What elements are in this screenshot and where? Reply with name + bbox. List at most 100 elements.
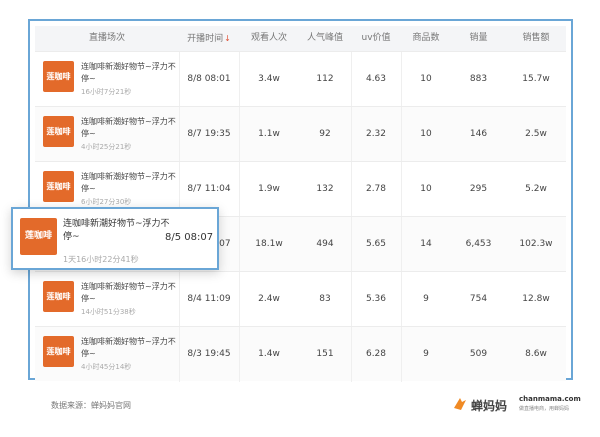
live-title[interactable]: 连咖啡新潮好物节~浮力不停~ xyxy=(81,281,181,305)
viewers-cell: 3.4w xyxy=(258,74,280,84)
uv-cell: 5.65 xyxy=(365,239,387,249)
revenue-cell: 2.5w xyxy=(525,129,547,139)
products-cell: 10 xyxy=(420,74,432,84)
peak-cell: 132 xyxy=(316,184,334,194)
column-divider xyxy=(401,52,402,107)
highlighted-live-card[interactable]: 莲咖啡 连咖啡新潮好物节~浮力不停~ 1天16小时22分41秒 8/5 08:0… xyxy=(11,207,219,270)
header-live[interactable]: 直播场次 xyxy=(35,26,179,51)
header-start-label: 开播时间 xyxy=(187,34,224,44)
peak-cell: 112 xyxy=(316,74,334,84)
peak-cell: 494 xyxy=(316,239,334,249)
live-duration: 4小时45分14秒 xyxy=(81,363,132,371)
column-divider xyxy=(401,217,402,272)
products-cell: 10 xyxy=(420,129,432,139)
products-cell: 9 xyxy=(423,349,429,359)
live-cover-image[interactable]: 莲咖啡 xyxy=(43,116,74,147)
viewers-cell: 1.4w xyxy=(258,349,280,359)
column-divider xyxy=(401,327,402,382)
start-time-cell: 8/8 08:01 xyxy=(187,74,231,84)
live-duration: 1天16小时22分41秒 xyxy=(63,255,139,264)
sales-cell: 883 xyxy=(469,74,488,84)
sales-cell: 509 xyxy=(469,349,488,359)
live-cover-image[interactable]: 莲咖啡 xyxy=(43,281,74,312)
table-row[interactable]: 莲咖啡 连咖啡新潮好物节~浮力不停~ 14小时51分38秒 8/4 11:09 2.4w… xyxy=(35,271,566,327)
cicada-icon xyxy=(454,398,466,410)
column-divider xyxy=(401,272,402,327)
column-divider xyxy=(239,52,240,107)
live-duration: 16小时7分21秒 xyxy=(81,88,132,96)
column-divider xyxy=(239,272,240,327)
uv-cell: 4.63 xyxy=(365,74,387,84)
brand-name: 蝉妈妈 xyxy=(471,399,508,413)
sales-cell: 146 xyxy=(469,129,488,139)
column-divider xyxy=(179,272,180,327)
live-sessions-table: 直播场次 开播时间↓ 观看人次 人气峰值 uv价值 商品数 销量 销售额 莲咖啡… xyxy=(28,19,573,382)
column-divider xyxy=(239,107,240,162)
start-time-cell: 8/4 11:09 xyxy=(187,294,231,304)
header-uv[interactable]: uv价值 xyxy=(351,26,401,51)
header-revenue[interactable]: 销售额 xyxy=(506,26,566,51)
viewers-cell: 1.1w xyxy=(258,129,280,139)
live-title[interactable]: 连咖啡新潮好物节~浮力不停~ xyxy=(81,336,181,360)
start-time-cell: 8/3 19:45 xyxy=(187,349,231,359)
table-row[interactable]: 莲咖啡 连咖啡新潮好物节~浮力不停~ 16小时7分21秒 8/8 08:01 3.4w 1… xyxy=(35,51,566,107)
uv-cell: 2.78 xyxy=(365,184,387,194)
column-divider xyxy=(179,327,180,382)
start-time-cell: 8/7 19:35 xyxy=(187,129,231,139)
header-products[interactable]: 商品数 xyxy=(401,26,451,51)
revenue-cell: 8.6w xyxy=(525,349,547,359)
uv-cell: 2.32 xyxy=(365,129,387,139)
viewers-cell: 1.9w xyxy=(258,184,280,194)
live-cover-image[interactable]: 莲咖啡 xyxy=(43,171,74,202)
peak-cell: 92 xyxy=(319,129,331,139)
peak-cell: 151 xyxy=(316,349,334,359)
live-start-time: 8/5 08:07 xyxy=(165,232,214,243)
live-title[interactable]: 连咖啡新潮好物节~浮力不停~ xyxy=(81,171,181,195)
table-row[interactable]: 莲咖啡 连咖啡新潮好物节~浮力不停~ 4小时45分14秒 8/3 19:45 1.4w 1… xyxy=(35,326,566,382)
uv-cell: 5.36 xyxy=(365,294,387,304)
uv-cell: 6.28 xyxy=(365,349,387,359)
column-divider xyxy=(239,327,240,382)
live-duration: 14小时51分38秒 xyxy=(81,308,136,316)
sales-cell: 295 xyxy=(469,184,488,194)
brand-slogan: 做直播电商，用蝉妈妈 xyxy=(519,406,570,412)
revenue-cell: 15.7w xyxy=(522,74,550,84)
column-divider xyxy=(351,52,352,107)
sales-cell: 754 xyxy=(469,294,488,304)
live-cover-image[interactable]: 莲咖啡 xyxy=(43,61,74,92)
header-sales[interactable]: 销量 xyxy=(451,26,506,51)
products-cell: 9 xyxy=(423,294,429,304)
revenue-cell: 5.2w xyxy=(525,184,547,194)
sales-cell: 6,453 xyxy=(465,239,492,249)
column-divider xyxy=(351,272,352,327)
header-peak[interactable]: 人气峰值 xyxy=(299,26,351,51)
column-divider xyxy=(179,52,180,107)
column-divider xyxy=(351,217,352,272)
live-title[interactable]: 连咖啡新潮好物节~浮力不停~ xyxy=(81,116,181,140)
live-duration: 6小时27分30秒 xyxy=(81,198,132,206)
data-source-note: 数据来源：蝉妈妈官网 xyxy=(51,401,131,410)
live-cover-image[interactable]: 莲咖啡 xyxy=(43,336,74,367)
header-viewers[interactable]: 观看人次 xyxy=(239,26,299,51)
table-row[interactable]: 莲咖啡 连咖啡新潮好物节~浮力不停~ 4小时25分21秒 8/7 19:35 1.1w 9… xyxy=(35,106,566,162)
table-header: 直播场次 开播时间↓ 观看人次 人气峰值 uv价值 商品数 销量 销售额 xyxy=(35,26,566,51)
live-duration: 4小时25分21秒 xyxy=(81,143,132,151)
column-divider xyxy=(351,162,352,217)
column-divider xyxy=(401,162,402,217)
column-divider xyxy=(351,327,352,382)
products-cell: 14 xyxy=(420,239,432,249)
revenue-cell: 102.3w xyxy=(519,239,553,249)
live-title[interactable]: 连咖啡新潮好物节~浮力不停~ xyxy=(81,61,181,85)
column-divider xyxy=(239,217,240,272)
header-start-time[interactable]: 开播时间↓ xyxy=(179,26,239,51)
peak-cell: 83 xyxy=(319,294,331,304)
column-divider xyxy=(239,162,240,217)
column-divider xyxy=(351,107,352,162)
revenue-cell: 12.8w xyxy=(522,294,550,304)
live-title: 连咖啡新潮好物节~浮力不停~ xyxy=(63,219,170,242)
column-divider xyxy=(179,107,180,162)
live-cover-image: 莲咖啡 xyxy=(20,218,57,255)
sort-desc-icon[interactable]: ↓ xyxy=(224,34,231,43)
viewers-cell: 18.1w xyxy=(255,239,283,249)
products-cell: 10 xyxy=(420,184,432,194)
